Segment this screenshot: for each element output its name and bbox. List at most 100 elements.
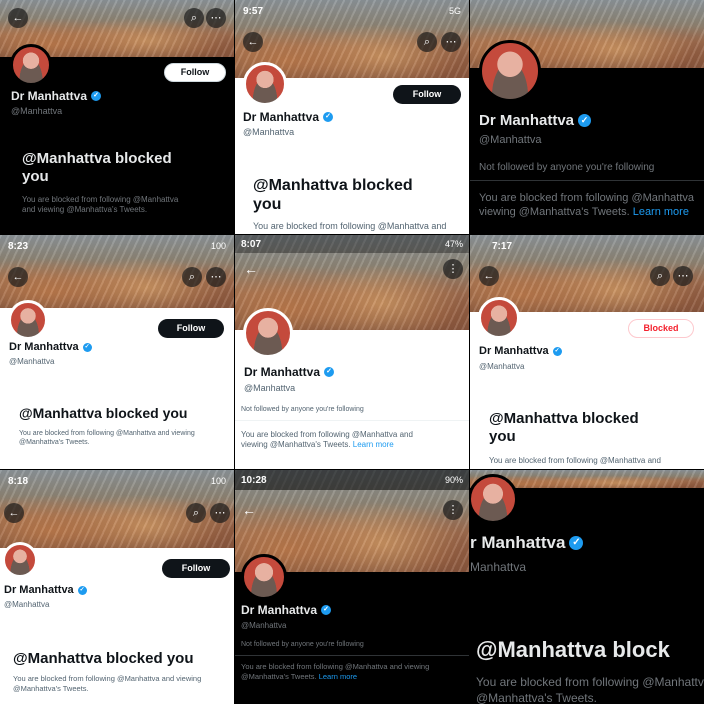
verified-icon: ✓	[77, 585, 87, 595]
blocked-headline-line: @Manhattva blocked	[489, 410, 639, 427]
blocked-description-line: You are blocked from following @Manhattv…	[479, 192, 694, 204]
blocked-headline: @Manhattva blocked you	[13, 650, 194, 667]
screenshot-tile-9: r Manhattva ✓ Manhattva @Manhattva block…	[470, 470, 704, 704]
follow-button[interactable]: Follow	[158, 319, 224, 338]
avatar[interactable]	[243, 62, 287, 106]
blocked-description-line: You are blocked from following @Manhattv…	[241, 662, 430, 671]
more-icon[interactable]: ⋯	[441, 32, 461, 52]
status-signal: 5G	[448, 6, 461, 16]
status-time: 10:28	[241, 474, 267, 486]
blocked-headline-line: you	[489, 428, 516, 445]
divider	[235, 420, 469, 421]
back-icon[interactable]: ←	[241, 259, 261, 279]
status-bar: 7:17	[478, 239, 696, 253]
avatar[interactable]	[479, 40, 541, 102]
profile-handle: @Manhattva	[9, 357, 55, 366]
blocked-description: You are blocked from following @Manhattv…	[489, 456, 661, 465]
search-icon[interactable]: ⌕	[417, 32, 437, 52]
blocked-description: You are blocked from following @Manhattv…	[22, 195, 227, 216]
blocked-description-line: viewing @Manhattva's Tweets. Learn more	[241, 440, 394, 450]
follow-button[interactable]: Follow	[393, 85, 461, 104]
follow-button[interactable]: Follow	[162, 559, 230, 578]
not-followed-text: Not followed by anyone you're following	[241, 406, 364, 413]
status-time: 8:07	[241, 238, 262, 250]
avatar[interactable]	[10, 44, 52, 86]
blocked-description-line: You are blocked from following @Manhattv…	[241, 430, 413, 439]
avatar[interactable]	[8, 300, 48, 340]
not-followed-text: Not followed by anyone you're following	[479, 162, 655, 173]
blocked-description: You are blocked from following @Manhattv…	[13, 674, 201, 694]
blocked-description: You are blocked from following @Manhattv…	[241, 662, 429, 682]
profile-name-text: Dr Manhattva	[241, 603, 318, 617]
back-icon[interactable]: ←	[479, 266, 499, 286]
avatar[interactable]	[241, 554, 287, 600]
profile-handle: @Manhattva	[4, 600, 50, 609]
profile-name: r Manhattva ✓	[470, 533, 584, 553]
more-icon[interactable]: ⋯	[206, 267, 226, 287]
search-icon[interactable]: ⌕	[650, 266, 670, 286]
profile-name: Dr Manhattva ✓	[479, 112, 592, 129]
blocked-headline-line: @Manhattva blocked	[22, 150, 172, 167]
more-icon[interactable]: ⋯	[210, 503, 230, 523]
status-bar: 8:23 100	[8, 239, 226, 253]
back-icon[interactable]: ←	[8, 8, 28, 28]
profile-name-text: r Manhattva	[470, 533, 566, 552]
blocked-description: You are blocked from following @Manhattv…	[19, 429, 195, 447]
back-icon[interactable]: ←	[239, 500, 259, 520]
blocked-description-line: You are blocked from following @Manhattv…	[19, 430, 195, 437]
profile-name-text: Dr Manhattva	[244, 365, 321, 379]
profile-name: Dr Manhattva ✓	[4, 584, 87, 596]
avatar[interactable]	[478, 297, 520, 339]
verified-icon: ✓	[321, 605, 332, 615]
back-icon[interactable]: ←	[8, 267, 28, 287]
blocked-description-line: @Manhattva's Tweets. Learn more	[241, 671, 358, 681]
screenshot-tile-7: 8:18 100 ← ⌕ ⋯ Follow Dr Manhattva ✓ @Ma…	[0, 470, 234, 704]
blocked-description: You are blocked from following @Manhattv…	[241, 430, 413, 451]
profile-name-text: Dr Manhattva	[11, 89, 88, 103]
screenshot-tile-8: 10:28 90% ← ⋮ Dr Manhattva ✓ @Manhattva …	[235, 470, 469, 704]
avatar[interactable]	[243, 308, 293, 358]
learn-more-link[interactable]: Learn more	[353, 440, 394, 449]
verified-icon: ✓	[82, 342, 92, 352]
verified-icon: ✓	[552, 346, 562, 356]
search-icon[interactable]: ⌕	[182, 267, 202, 287]
search-icon[interactable]: ⌕	[186, 503, 206, 523]
screenshot-tile-5: 8:07 47% ← ⋮ Dr Manhattva ✓ @Manhattva N…	[235, 235, 469, 469]
status-time: 7:17	[492, 240, 513, 252]
blocked-headline-line: you	[22, 168, 49, 185]
learn-more-link[interactable]: Learn more	[633, 206, 689, 218]
profile-handle: @Manhattva	[243, 127, 295, 137]
avatar[interactable]	[470, 474, 518, 524]
status-time: 9:57	[243, 5, 264, 17]
search-icon[interactable]: ⌕	[184, 8, 204, 28]
profile-handle: @Manhattva	[244, 383, 296, 393]
profile-handle: @Manhattva	[241, 621, 287, 630]
status-time: 8:18	[8, 475, 29, 487]
more-icon[interactable]: ⋯	[673, 266, 693, 286]
blocked-headline-line: @Manhattva blocked	[253, 177, 413, 194]
blocked-description-line: You are blocked from following @Manhattv…	[22, 195, 179, 204]
blocked-description-line: viewing @Manhattva's Tweets. Learn more	[479, 206, 689, 219]
verified-icon: ✓	[569, 536, 584, 550]
status-battery: 47%	[444, 239, 463, 249]
divider	[235, 655, 469, 656]
more-vertical-icon[interactable]: ⋮	[443, 259, 463, 279]
more-icon[interactable]: ⋯	[206, 8, 226, 28]
blocked-headline: @Manhattva blocked you	[19, 405, 188, 421]
verified-icon: ✓	[324, 367, 335, 377]
verified-icon: ✓	[91, 91, 102, 101]
back-icon[interactable]: ←	[243, 32, 263, 52]
blocked-button[interactable]: Blocked	[628, 319, 694, 338]
blocked-description: You are blocked from following @Manhattv…	[479, 191, 704, 220]
blocked-description-line: @Manhattva's Tweets.	[13, 683, 89, 693]
profile-name-text: Dr Manhattva	[4, 584, 74, 596]
avatar[interactable]	[2, 542, 38, 578]
screenshot-tile-1: ← ⌕ ⋯ Follow Dr Manhattva ✓ @Manhattva @…	[0, 0, 234, 234]
divider	[470, 180, 704, 181]
learn-more-link[interactable]: Learn more	[319, 672, 357, 681]
back-icon[interactable]: ←	[4, 503, 24, 523]
follow-button[interactable]: Follow	[164, 63, 226, 82]
profile-name: Dr Manhattva ✓	[244, 365, 335, 379]
profile-name: Dr Manhattva ✓	[479, 345, 562, 357]
more-vertical-icon[interactable]: ⋮	[443, 500, 463, 520]
